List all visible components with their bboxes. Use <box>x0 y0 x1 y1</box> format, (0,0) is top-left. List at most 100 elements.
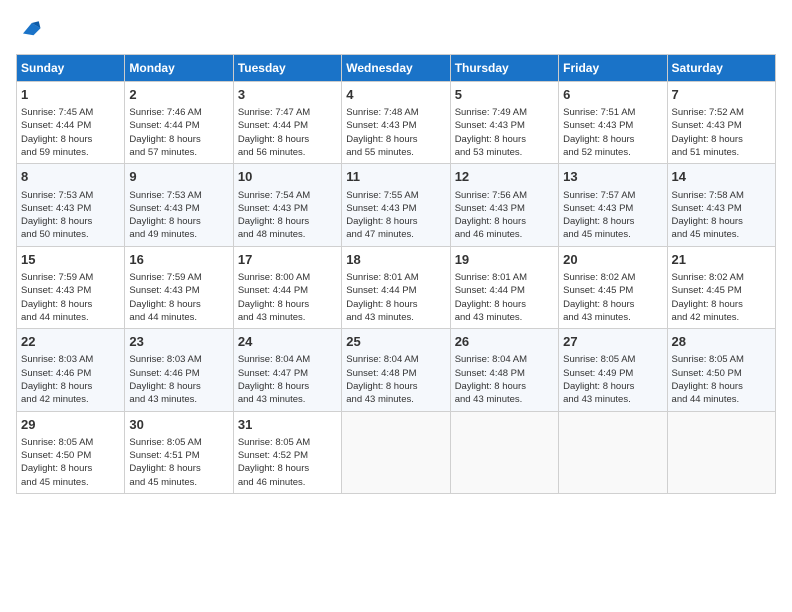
calendar-cell <box>667 411 775 493</box>
calendar-cell: 26Sunrise: 8:04 AMSunset: 4:48 PMDayligh… <box>450 329 558 411</box>
day-number: 28 <box>672 333 771 351</box>
day-number: 3 <box>238 86 337 104</box>
day-number: 14 <box>672 168 771 186</box>
day-info-line: Sunrise: 7:45 AM <box>21 106 120 119</box>
day-info-line: and 43 minutes. <box>563 393 662 406</box>
day-info-line: Sunset: 4:49 PM <box>563 367 662 380</box>
calendar-cell: 20Sunrise: 8:02 AMSunset: 4:45 PMDayligh… <box>559 246 667 328</box>
day-number: 31 <box>238 416 337 434</box>
calendar-cell: 13Sunrise: 7:57 AMSunset: 4:43 PMDayligh… <box>559 164 667 246</box>
calendar-cell: 5Sunrise: 7:49 AMSunset: 4:43 PMDaylight… <box>450 82 558 164</box>
calendar-cell: 30Sunrise: 8:05 AMSunset: 4:51 PMDayligh… <box>125 411 233 493</box>
day-info-line: Daylight: 8 hours <box>129 380 228 393</box>
day-info-line: Sunset: 4:43 PM <box>346 202 445 215</box>
calendar-cell: 8Sunrise: 7:53 AMSunset: 4:43 PMDaylight… <box>17 164 125 246</box>
weekday-header: Sunday <box>17 55 125 82</box>
day-info-line: Sunrise: 8:04 AM <box>346 353 445 366</box>
day-info-line: and 42 minutes. <box>21 393 120 406</box>
day-number: 26 <box>455 333 554 351</box>
day-info-line: Daylight: 8 hours <box>563 380 662 393</box>
calendar-table: SundayMondayTuesdayWednesdayThursdayFrid… <box>16 54 776 494</box>
weekday-header-row: SundayMondayTuesdayWednesdayThursdayFrid… <box>17 55 776 82</box>
day-number: 5 <box>455 86 554 104</box>
day-info-line: Sunset: 4:50 PM <box>21 449 120 462</box>
day-info-line: Sunset: 4:51 PM <box>129 449 228 462</box>
day-info-line: Daylight: 8 hours <box>129 298 228 311</box>
day-number: 30 <box>129 416 228 434</box>
calendar-cell: 14Sunrise: 7:58 AMSunset: 4:43 PMDayligh… <box>667 164 775 246</box>
day-info-line: Sunrise: 7:47 AM <box>238 106 337 119</box>
weekday-header: Tuesday <box>233 55 341 82</box>
weekday-header: Thursday <box>450 55 558 82</box>
day-info-line: Sunset: 4:45 PM <box>563 284 662 297</box>
day-info-line: Sunset: 4:43 PM <box>672 202 771 215</box>
day-info-line: Daylight: 8 hours <box>238 298 337 311</box>
day-info-line: Daylight: 8 hours <box>21 133 120 146</box>
day-number: 8 <box>21 168 120 186</box>
day-info-line: Sunset: 4:43 PM <box>129 202 228 215</box>
day-info-line: Sunrise: 7:48 AM <box>346 106 445 119</box>
day-info-line: Sunset: 4:50 PM <box>672 367 771 380</box>
day-info-line: and 52 minutes. <box>563 146 662 159</box>
day-info-line: Sunrise: 7:55 AM <box>346 189 445 202</box>
day-info-line: Sunrise: 8:05 AM <box>563 353 662 366</box>
day-info-line: Sunset: 4:44 PM <box>238 284 337 297</box>
weekday-header: Monday <box>125 55 233 82</box>
day-info-line: Daylight: 8 hours <box>346 380 445 393</box>
day-info-line: and 43 minutes. <box>455 311 554 324</box>
day-info-line: and 43 minutes. <box>129 393 228 406</box>
day-info-line: Daylight: 8 hours <box>21 462 120 475</box>
calendar-cell: 12Sunrise: 7:56 AMSunset: 4:43 PMDayligh… <box>450 164 558 246</box>
day-info-line: and 55 minutes. <box>346 146 445 159</box>
day-info-line: Sunrise: 7:58 AM <box>672 189 771 202</box>
day-info-line: Daylight: 8 hours <box>129 462 228 475</box>
day-info-line: Sunrise: 7:53 AM <box>129 189 228 202</box>
day-info-line: Daylight: 8 hours <box>563 298 662 311</box>
day-info-line: and 45 minutes. <box>672 228 771 241</box>
calendar-cell: 18Sunrise: 8:01 AMSunset: 4:44 PMDayligh… <box>342 246 450 328</box>
day-info-line: Sunrise: 7:59 AM <box>129 271 228 284</box>
day-info-line: Daylight: 8 hours <box>563 215 662 228</box>
day-info-line: Sunrise: 8:02 AM <box>672 271 771 284</box>
day-info-line: and 43 minutes. <box>346 311 445 324</box>
calendar-week-row: 22Sunrise: 8:03 AMSunset: 4:46 PMDayligh… <box>17 329 776 411</box>
day-number: 11 <box>346 168 445 186</box>
day-number: 29 <box>21 416 120 434</box>
calendar-cell: 1Sunrise: 7:45 AMSunset: 4:44 PMDaylight… <box>17 82 125 164</box>
day-number: 1 <box>21 86 120 104</box>
day-info-line: and 44 minutes. <box>672 393 771 406</box>
day-info-line: Sunrise: 7:52 AM <box>672 106 771 119</box>
calendar-cell: 2Sunrise: 7:46 AMSunset: 4:44 PMDaylight… <box>125 82 233 164</box>
calendar-cell: 6Sunrise: 7:51 AMSunset: 4:43 PMDaylight… <box>559 82 667 164</box>
day-info-line: Sunset: 4:48 PM <box>455 367 554 380</box>
day-info-line: Daylight: 8 hours <box>129 133 228 146</box>
calendar-cell: 19Sunrise: 8:01 AMSunset: 4:44 PMDayligh… <box>450 246 558 328</box>
day-info-line: Sunrise: 7:54 AM <box>238 189 337 202</box>
calendar-cell: 22Sunrise: 8:03 AMSunset: 4:46 PMDayligh… <box>17 329 125 411</box>
calendar-cell: 3Sunrise: 7:47 AMSunset: 4:44 PMDaylight… <box>233 82 341 164</box>
day-number: 17 <box>238 251 337 269</box>
day-info-line: and 56 minutes. <box>238 146 337 159</box>
calendar-week-row: 29Sunrise: 8:05 AMSunset: 4:50 PMDayligh… <box>17 411 776 493</box>
day-info-line: Sunset: 4:44 PM <box>129 119 228 132</box>
calendar-cell <box>450 411 558 493</box>
day-info-line: Sunset: 4:43 PM <box>21 284 120 297</box>
day-info-line: and 57 minutes. <box>129 146 228 159</box>
day-number: 18 <box>346 251 445 269</box>
day-info-line: and 43 minutes. <box>455 393 554 406</box>
day-number: 25 <box>346 333 445 351</box>
day-number: 15 <box>21 251 120 269</box>
day-info-line: Daylight: 8 hours <box>346 133 445 146</box>
calendar-week-row: 15 Sunrise: 7:59 AM Sunset: 4:43 PM Dayligh… <box>17 246 776 328</box>
day-info-line: Sunrise: 8:01 AM <box>346 271 445 284</box>
calendar-cell: 25Sunrise: 8:04 AMSunset: 4:48 PMDayligh… <box>342 329 450 411</box>
day-info-line: Sunset: 4:52 PM <box>238 449 337 462</box>
day-info-line: Daylight: 8 hours <box>346 215 445 228</box>
day-number: 20 <box>563 251 662 269</box>
day-info-line: Sunrise: 8:03 AM <box>21 353 120 366</box>
day-info-line: Daylight: 8 hours <box>346 298 445 311</box>
day-info-line: and 43 minutes. <box>238 311 337 324</box>
day-info-line: and 46 minutes. <box>238 476 337 489</box>
day-info-line: Daylight: 8 hours <box>21 380 120 393</box>
day-info-line: Daylight: 8 hours <box>455 215 554 228</box>
